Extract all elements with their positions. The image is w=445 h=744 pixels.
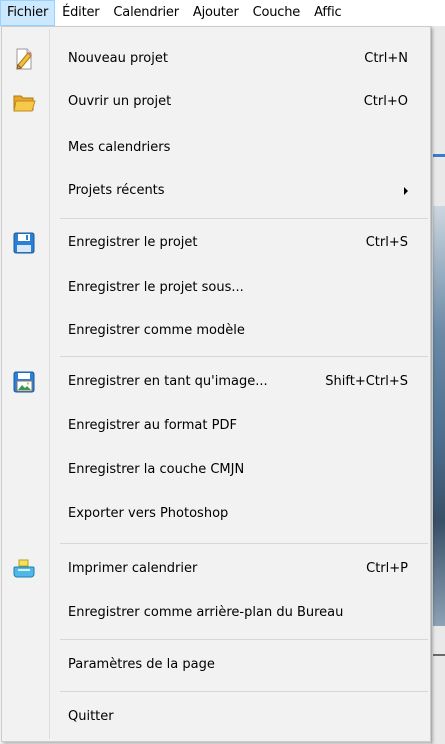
menu-item-nouveau-projet[interactable]: Nouveau projet Ctrl+N [4, 43, 428, 75]
menu-item-ouvrir-projet[interactable]: Ouvrir un projet Ctrl+O [4, 86, 428, 118]
menu-item-label: Nouveau projet [68, 51, 168, 66]
folder-open-icon [12, 90, 36, 114]
menu-item-label: Projets récents [68, 183, 165, 198]
workspace-accent [433, 154, 445, 157]
menu-item-enregistrer-image[interactable]: Enregistrer en tant qu'image... Shift+Ct… [4, 366, 428, 398]
new-project-icon [12, 47, 36, 71]
workspace-divider [433, 654, 445, 656]
menu-item-label: Enregistrer au format PDF [68, 418, 237, 433]
menu-item-label: Ouvrir un projet [68, 94, 172, 109]
menu-item-label: Paramètres de la page [68, 657, 215, 672]
menubar-fichier[interactable]: Fichier [0, 0, 56, 26]
menu-item-arriere-plan-bureau[interactable]: Enregistrer comme arrière-plan du Bureau [4, 597, 428, 629]
calendar-photo-preview [433, 206, 445, 626]
menubar-ajouter[interactable]: Ajouter [186, 0, 246, 26]
save-image-icon [12, 370, 36, 394]
menubar-calendrier[interactable]: Calendrier [106, 0, 185, 26]
menu-separator [60, 691, 428, 692]
menu-bar: Fichier Éditer Calendrier Ajouter Couche… [0, 0, 445, 27]
menu-item-projets-recents[interactable]: Projets récents [4, 175, 428, 207]
menu-separator [60, 356, 428, 357]
floppy-save-icon [12, 231, 36, 255]
fichier-dropdown-menu: Nouveau projet Ctrl+N Ouvrir un projet C… [1, 26, 431, 742]
menu-item-shortcut: Ctrl+S [365, 235, 408, 250]
printer-icon [12, 557, 36, 581]
menu-item-label: Enregistrer le projet [68, 235, 198, 250]
menubar-editer[interactable]: Éditer [55, 0, 106, 26]
menu-item-enregistrer-sous[interactable]: Enregistrer le projet sous... [4, 272, 428, 304]
submenu-arrow-icon [404, 187, 408, 195]
menu-item-label: Enregistrer comme arrière-plan du Bureau [68, 605, 344, 620]
menu-separator [60, 218, 428, 219]
menu-item-exporter-photoshop[interactable]: Exporter vers Photoshop [4, 498, 428, 530]
menu-item-enregistrer-modele[interactable]: Enregistrer comme modèle [4, 315, 428, 347]
menubar-affichage[interactable]: Affic [307, 0, 348, 26]
menu-separator [60, 639, 428, 640]
menu-item-shortcut: Ctrl+O [363, 94, 408, 109]
menu-item-label: Enregistrer la couche CMJN [68, 462, 245, 477]
menu-item-label: Enregistrer le projet sous... [68, 280, 244, 295]
menu-item-shortcut: Ctrl+P [366, 561, 408, 576]
menu-item-enregistrer-pdf[interactable]: Enregistrer au format PDF [4, 410, 428, 442]
menu-item-label: Mes calendriers [68, 140, 171, 155]
menu-item-shortcut: Ctrl+N [364, 51, 408, 66]
menu-item-shortcut: Shift+Ctrl+S [325, 374, 408, 389]
menu-item-label: Exporter vers Photoshop [68, 506, 229, 521]
menu-item-mes-calendriers[interactable]: Mes calendriers [4, 132, 428, 164]
workspace-edge [431, 26, 445, 744]
menu-item-label: Quitter [68, 709, 114, 724]
menu-item-enregistrer-projet[interactable]: Enregistrer le projet Ctrl+S [4, 227, 428, 259]
menubar-couche[interactable]: Couche [246, 0, 307, 26]
menu-separator [60, 543, 428, 544]
menu-item-imprimer[interactable]: Imprimer calendrier Ctrl+P [4, 553, 428, 585]
menu-item-label: Enregistrer en tant qu'image... [68, 374, 268, 389]
menu-item-label: Imprimer calendrier [68, 561, 198, 576]
menu-item-label: Enregistrer comme modèle [68, 323, 245, 338]
menu-item-couche-cmjn[interactable]: Enregistrer la couche CMJN [4, 454, 428, 486]
menu-item-parametres-page[interactable]: Paramètres de la page [4, 649, 428, 681]
menu-item-quitter[interactable]: Quitter [4, 701, 428, 733]
